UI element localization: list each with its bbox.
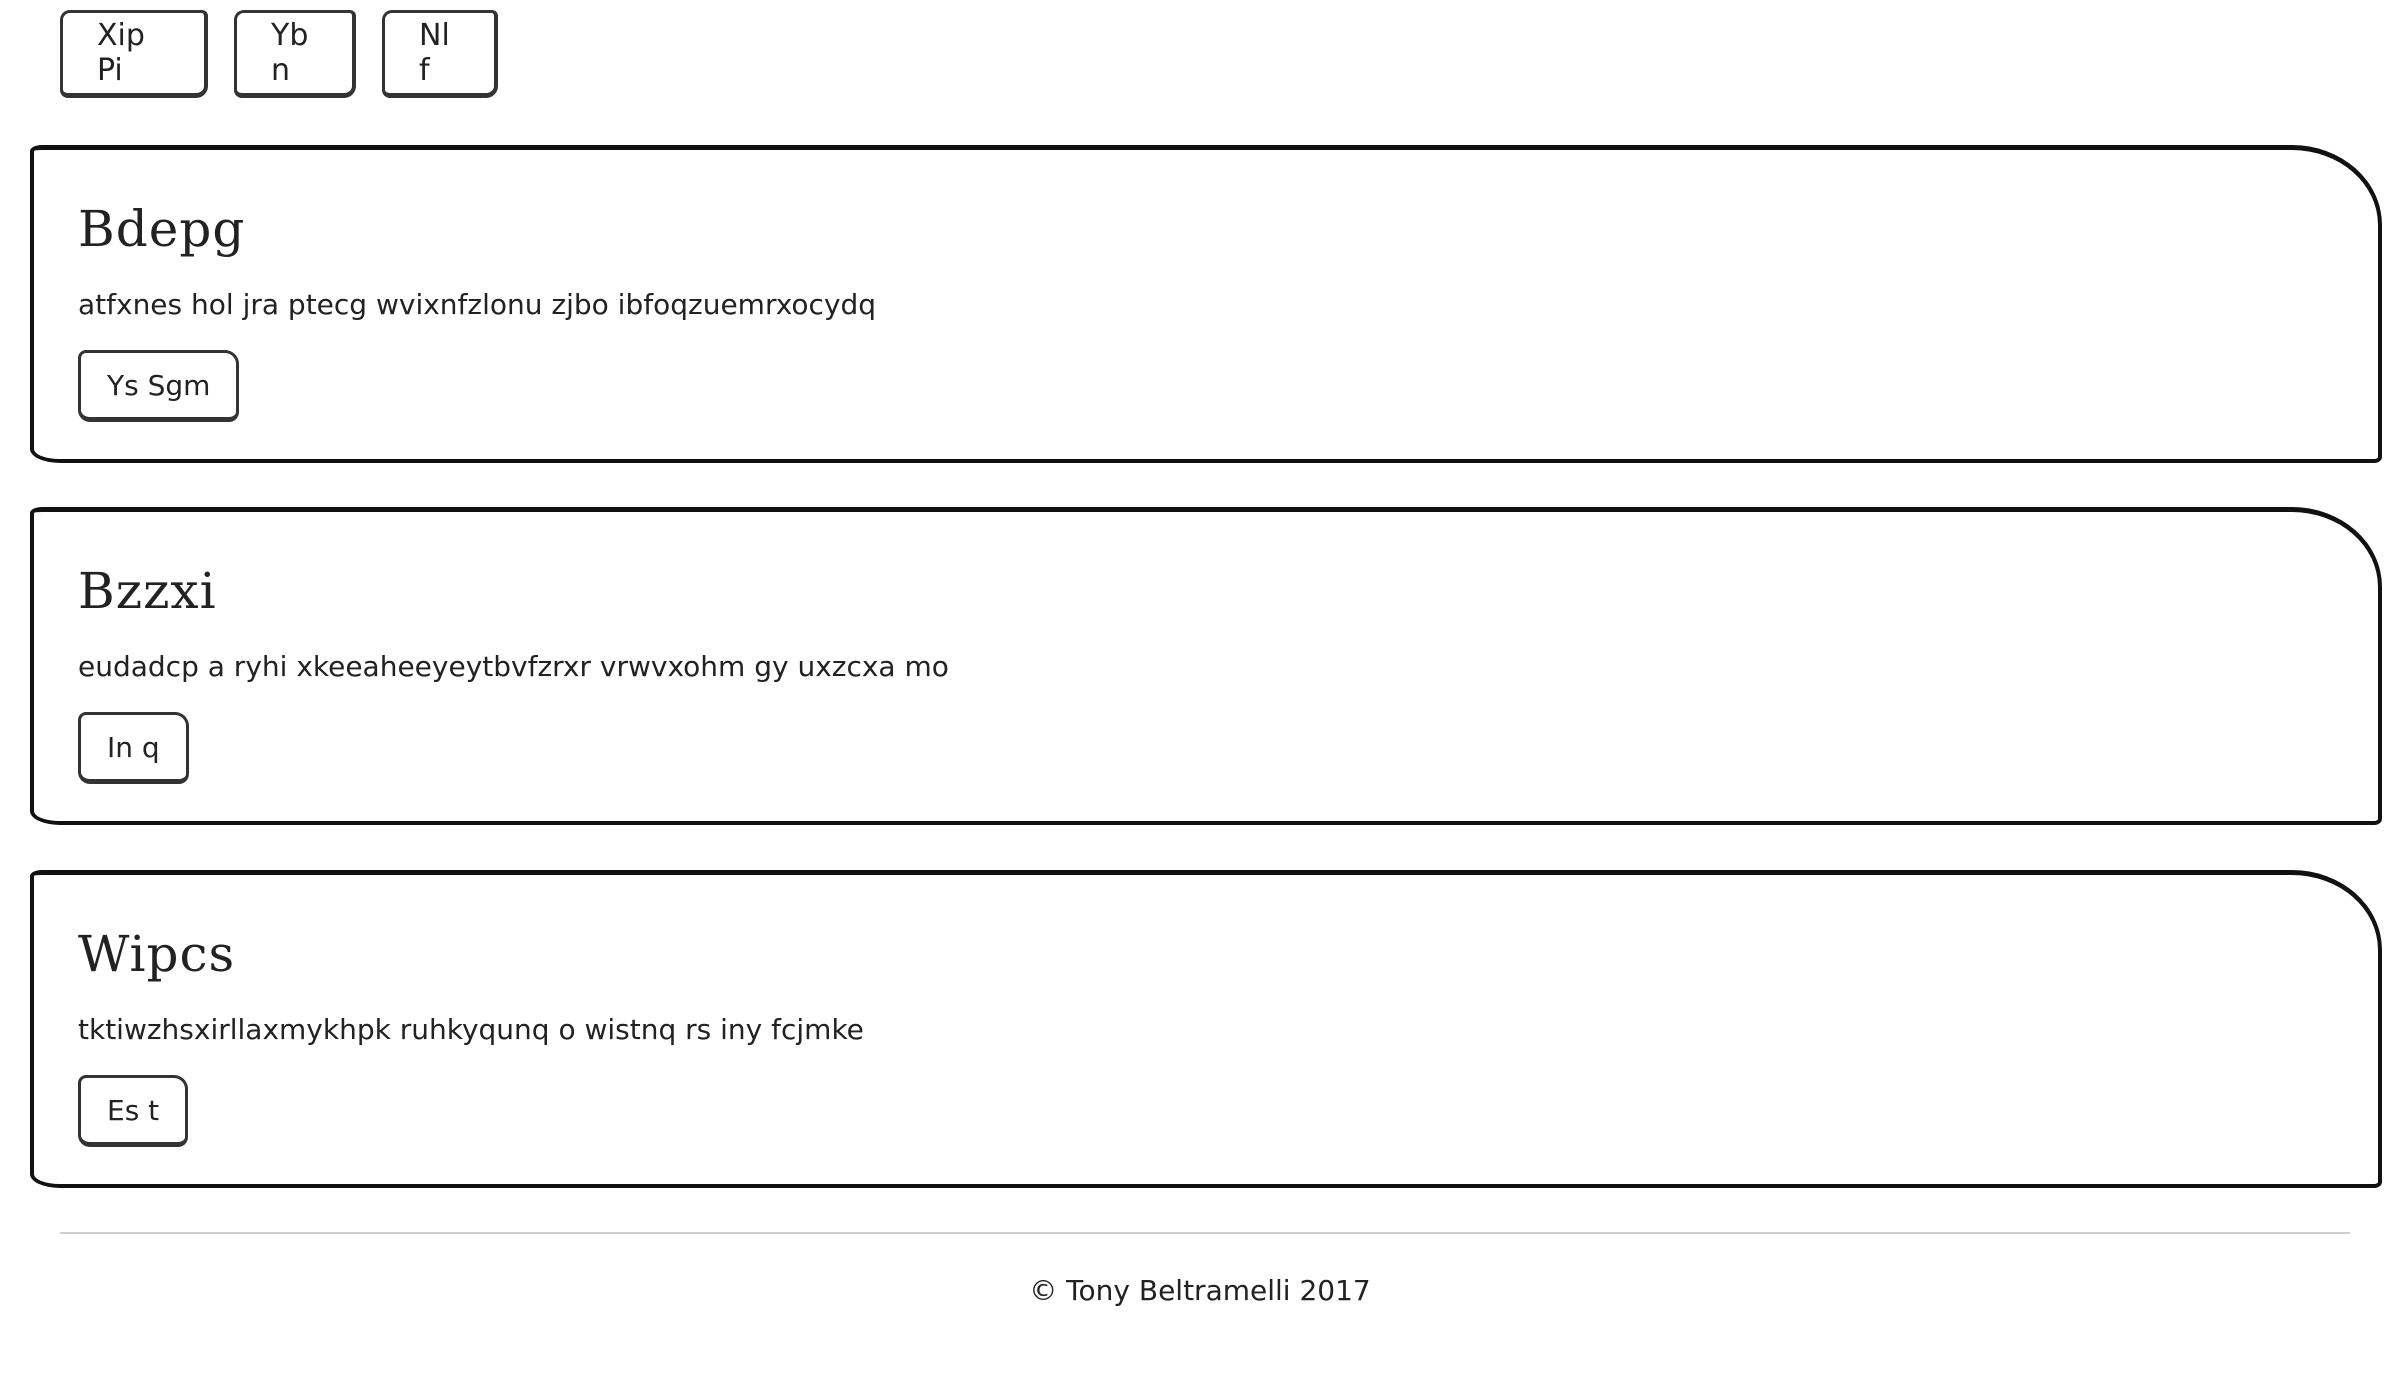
card-title: Bzzxi (78, 562, 217, 620)
card-title: Wipcs (78, 925, 236, 983)
footer-copyright: © Tony Beltramelli 2017 (1029, 1274, 1371, 1307)
top-nav: Xip Pi Yb n Nl f (60, 10, 498, 98)
nav-button-3[interactable]: Nl f (382, 10, 498, 98)
card-2: Bzzxi eudadcp a ryhi xkeeaheeyeytbvfzrxr… (30, 507, 2382, 825)
card-button[interactable]: Ys Sgm (78, 350, 240, 422)
footer-divider (60, 1232, 2350, 1234)
card-text: eudadcp a ryhi xkeeaheeyeytbvfzrxr vrwvx… (78, 650, 949, 683)
card-text: tktiwzhsxirllaxmykhpk ruhkyqunq o wistnq… (78, 1013, 864, 1046)
card-button[interactable]: Es t (78, 1075, 189, 1147)
card-1: Bdepg atfxnes hol jra ptecg wvixnfzlonu … (30, 145, 2382, 463)
card-title: Bdepg (78, 200, 246, 258)
nav-button-2[interactable]: Yb n (234, 10, 356, 98)
nav-button-1[interactable]: Xip Pi (60, 10, 208, 98)
card-3: Wipcs tktiwzhsxirllaxmykhpk ruhkyqunq o … (30, 870, 2382, 1188)
card-text: atfxnes hol jra ptecg wvixnfzlonu zjbo i… (78, 288, 877, 321)
card-button[interactable]: In q (78, 712, 189, 784)
page: Xip Pi Yb n Nl f Bdepg atfxnes hol jra p… (0, 0, 2400, 1380)
